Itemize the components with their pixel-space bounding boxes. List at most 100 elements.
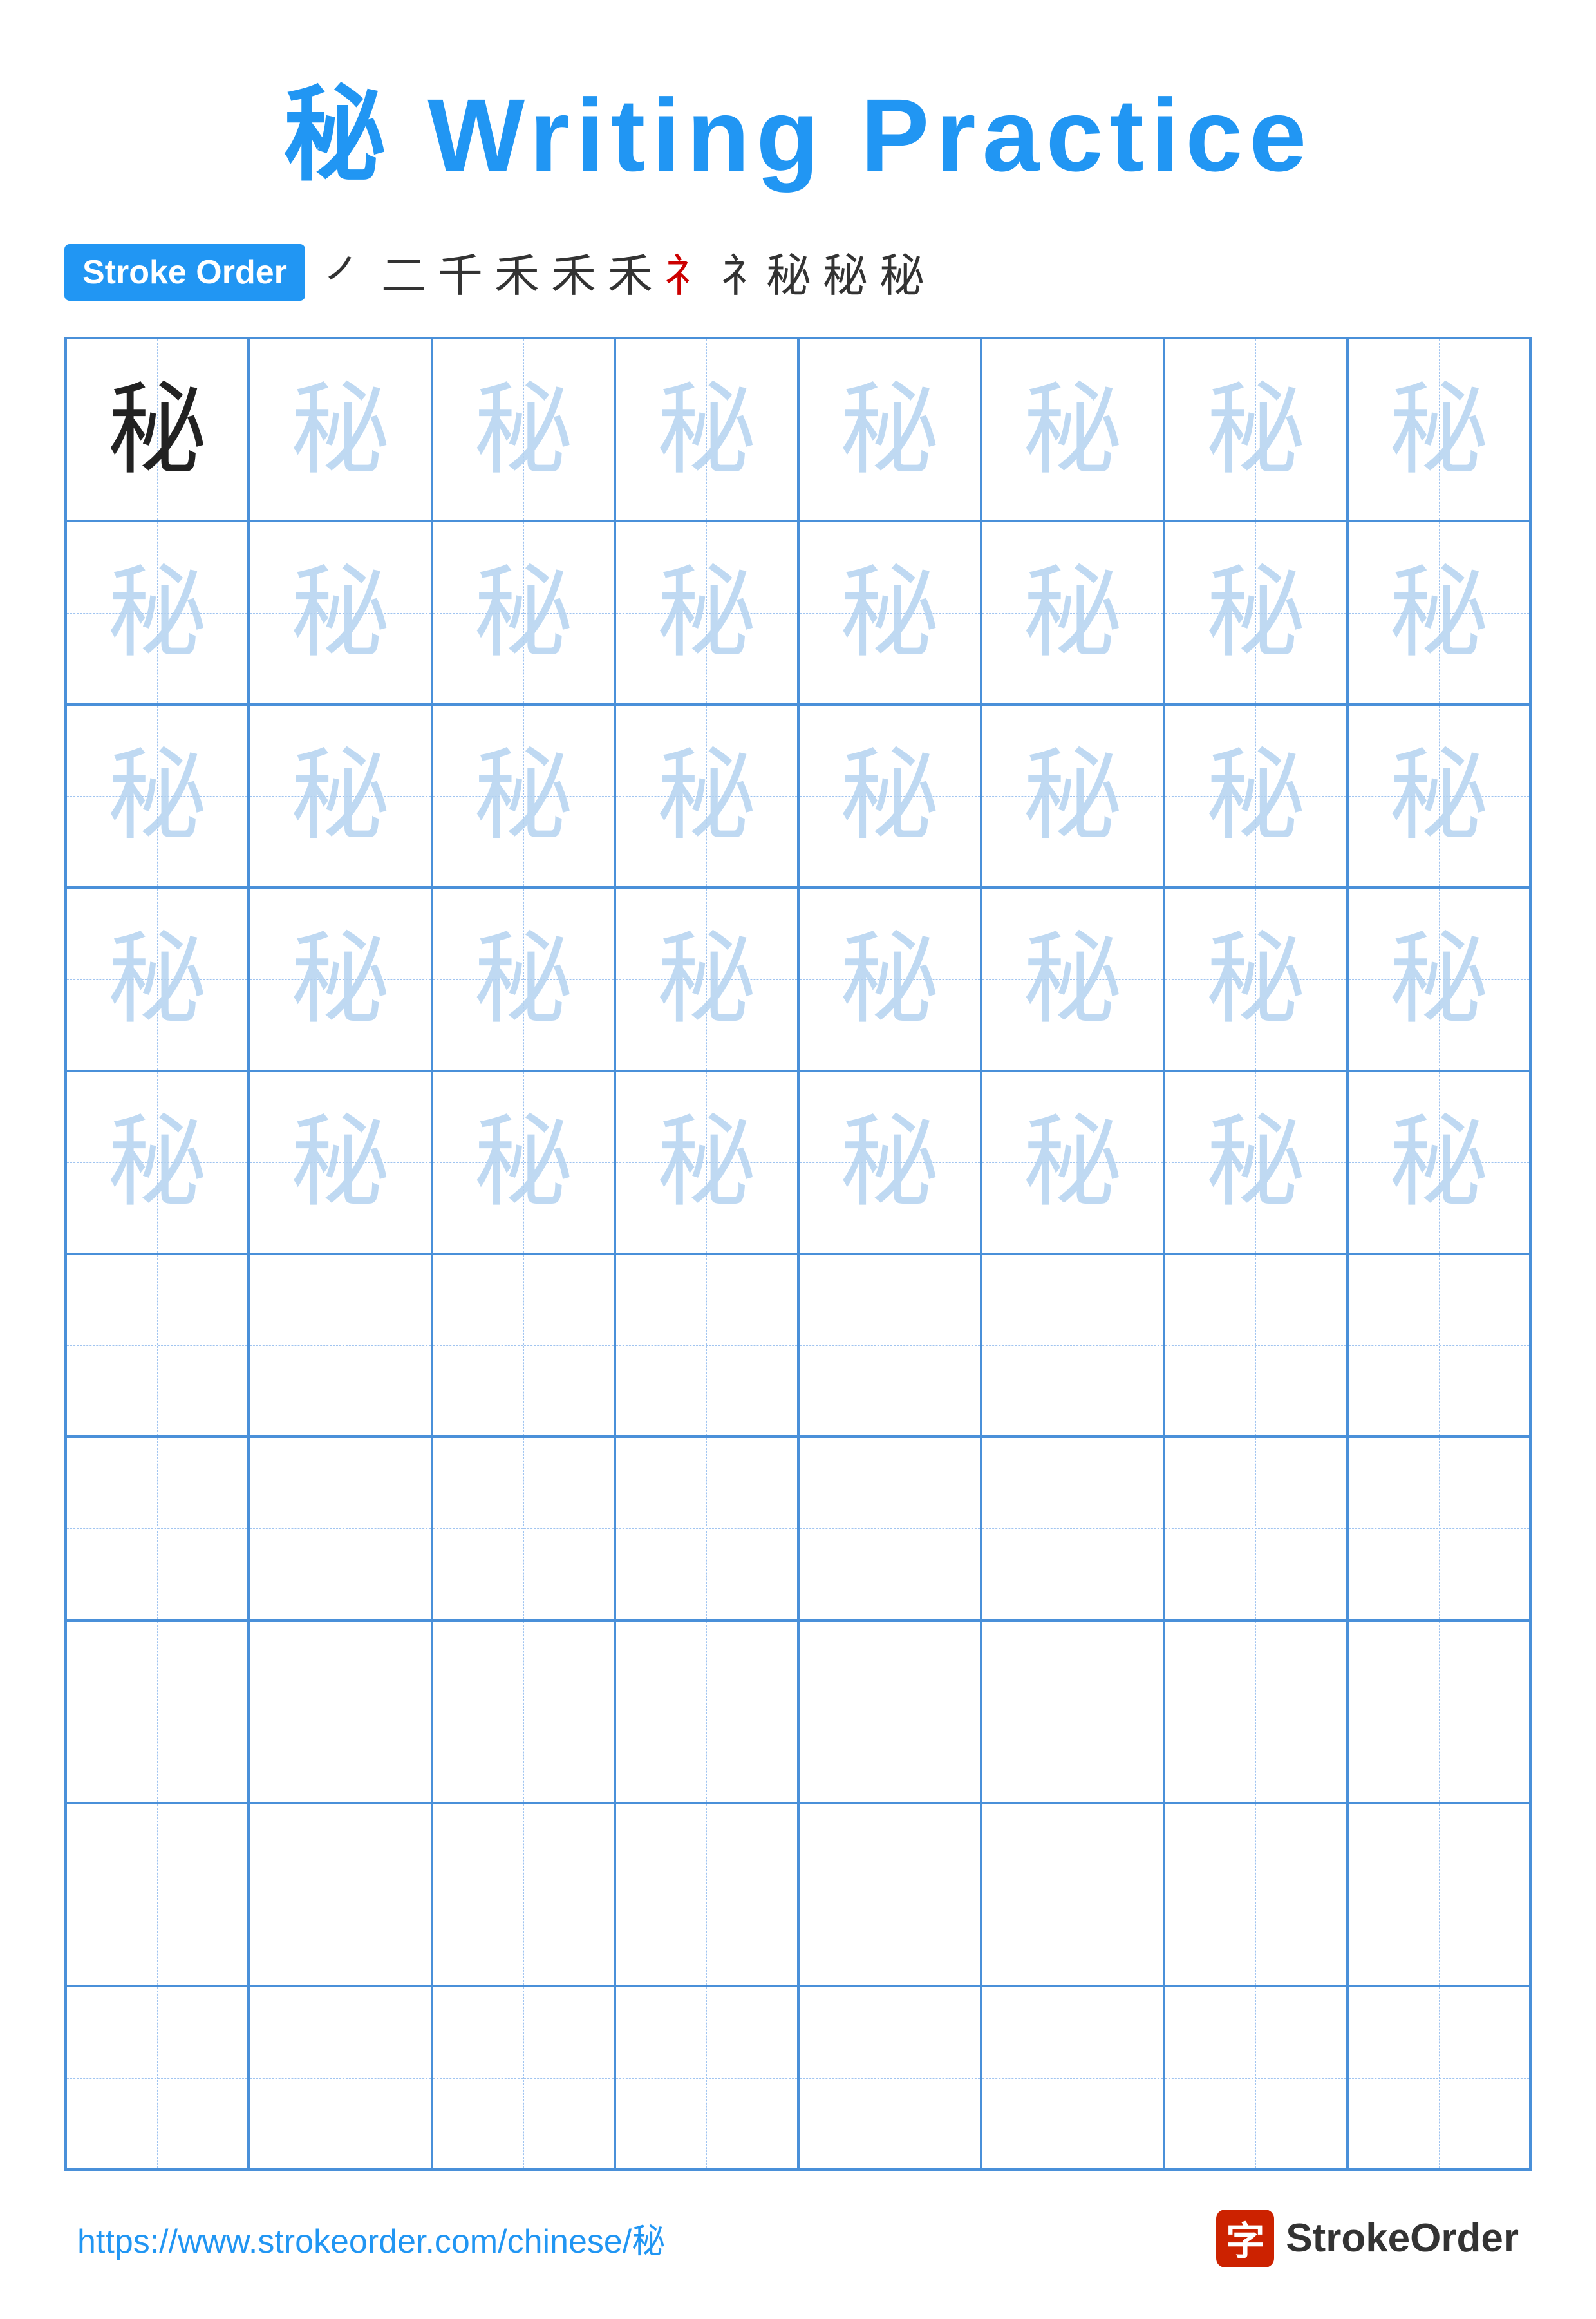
grid-cell[interactable]: 秘 <box>981 1071 1164 1254</box>
grid-cell[interactable] <box>981 1254 1164 1437</box>
grid-cell[interactable]: 秘 <box>1164 705 1347 887</box>
grid-cell[interactable]: 秘 <box>249 705 431 887</box>
grid-cell[interactable] <box>432 1803 615 1986</box>
grid-cell[interactable]: 秘 <box>249 338 431 521</box>
grid-cell[interactable] <box>66 1803 249 1986</box>
grid-cell[interactable]: 秘 <box>1164 521 1347 704</box>
stroke-8: 礻秘 <box>721 240 811 305</box>
practice-char: 秘 <box>1389 563 1488 663</box>
grid-cell[interactable] <box>615 1986 798 2169</box>
grid-cell[interactable]: 秘 <box>1164 338 1347 521</box>
grid-cell[interactable] <box>249 1986 431 2169</box>
practice-char: 秘 <box>1206 1112 1306 1212</box>
grid-cell[interactable]: 秘 <box>66 705 249 887</box>
grid-cell[interactable]: 秘 <box>615 1071 798 1254</box>
grid-cell[interactable] <box>1164 1437 1347 1620</box>
grid-cell[interactable]: 秘 <box>798 521 981 704</box>
grid-cell[interactable]: 秘 <box>1164 1071 1347 1254</box>
grid-cell[interactable]: 秘 <box>981 705 1164 887</box>
grid-cell[interactable]: 秘 <box>249 887 431 1070</box>
grid-cell[interactable] <box>798 1803 981 1986</box>
grid-cell[interactable]: 秘 <box>249 1071 431 1254</box>
grid-cell[interactable]: 秘 <box>432 1071 615 1254</box>
practice-char: 秘 <box>1023 563 1123 663</box>
grid-cell[interactable]: 秘 <box>798 338 981 521</box>
grid-cell[interactable] <box>981 1986 1164 2169</box>
grid-cell[interactable]: 秘 <box>66 338 249 521</box>
grid-cell[interactable] <box>1164 1803 1347 1986</box>
footer: https://www.strokeorder.com/chinese/秘 字 … <box>64 2210 1532 2267</box>
grid-cell[interactable]: 秘 <box>249 521 431 704</box>
grid-cell[interactable]: 秘 <box>1164 887 1347 1070</box>
stroke-order-section: Stroke Order ㇒ 二 千 禾 禾 禾 礻 礻秘 秘 秘 <box>64 240 1532 305</box>
stroke-3: 千 <box>438 240 483 305</box>
grid-cell[interactable] <box>66 1437 249 1620</box>
practice-char: 秘 <box>108 746 207 846</box>
footer-url[interactable]: https://www.strokeorder.com/chinese/秘 <box>77 2214 665 2262</box>
grid-cell[interactable]: 秘 <box>615 887 798 1070</box>
practice-char: 秘 <box>473 746 573 846</box>
grid-cell[interactable] <box>1164 1986 1347 2169</box>
grid-cell[interactable] <box>249 1803 431 1986</box>
stroke-10: 秘 <box>879 240 925 305</box>
grid-cell[interactable] <box>615 1620 798 1803</box>
grid-cell[interactable] <box>249 1437 431 1620</box>
grid-cell[interactable] <box>249 1254 431 1437</box>
grid-cell[interactable] <box>66 1986 249 2169</box>
grid-cell[interactable]: 秘 <box>66 521 249 704</box>
grid-cell[interactable]: 秘 <box>981 521 1164 704</box>
grid-cell[interactable]: 秘 <box>1347 705 1530 887</box>
grid-cell[interactable]: 秘 <box>66 1071 249 1254</box>
grid-cell[interactable] <box>66 1620 249 1803</box>
grid-cell[interactable]: 秘 <box>432 705 615 887</box>
grid-row <box>66 1254 1530 1437</box>
logo-char: 字 <box>1226 2210 1264 2266</box>
grid-cell[interactable] <box>432 1437 615 1620</box>
grid-cell[interactable] <box>981 1437 1164 1620</box>
grid-cell[interactable] <box>432 1986 615 2169</box>
grid-cell[interactable] <box>432 1254 615 1437</box>
grid-cell[interactable] <box>1164 1254 1347 1437</box>
practice-char: 秘 <box>840 746 939 846</box>
grid-cell[interactable] <box>1347 1254 1530 1437</box>
grid-cell[interactable]: 秘 <box>798 705 981 887</box>
grid-cell[interactable]: 秘 <box>798 1071 981 1254</box>
grid-cell[interactable] <box>798 1620 981 1803</box>
grid-cell[interactable] <box>249 1620 431 1803</box>
grid-cell[interactable] <box>615 1254 798 1437</box>
practice-char: 秘 <box>657 746 756 846</box>
grid-cell[interactable]: 秘 <box>1347 521 1530 704</box>
grid-cell[interactable]: 秘 <box>432 521 615 704</box>
practice-char: 秘 <box>290 563 390 663</box>
grid-cell[interactable] <box>615 1803 798 1986</box>
grid-cell[interactable] <box>1347 1986 1530 2169</box>
footer-logo: 字 StrokeOrder <box>1216 2210 1519 2267</box>
grid-cell[interactable] <box>1347 1803 1530 1986</box>
grid-cell[interactable]: 秘 <box>1347 1071 1530 1254</box>
grid-cell[interactable] <box>798 1254 981 1437</box>
grid-cell[interactable] <box>981 1620 1164 1803</box>
grid-cell[interactable]: 秘 <box>981 338 1164 521</box>
grid-cell[interactable] <box>66 1254 249 1437</box>
grid-cell[interactable] <box>615 1437 798 1620</box>
grid-cell[interactable]: 秘 <box>981 887 1164 1070</box>
grid-row <box>66 1620 1530 1803</box>
grid-cell[interactable] <box>1347 1620 1530 1803</box>
grid-cell[interactable]: 秘 <box>798 887 981 1070</box>
grid-cell[interactable]: 秘 <box>1347 338 1530 521</box>
grid-cell[interactable]: 秘 <box>432 887 615 1070</box>
grid-cell[interactable]: 秘 <box>1347 887 1530 1070</box>
practice-char: 秘 <box>108 929 207 1029</box>
grid-cell[interactable]: 秘 <box>66 887 249 1070</box>
grid-cell[interactable] <box>1164 1620 1347 1803</box>
grid-cell[interactable]: 秘 <box>615 521 798 704</box>
grid-cell[interactable]: 秘 <box>432 338 615 521</box>
grid-cell[interactable] <box>798 1437 981 1620</box>
grid-cell[interactable] <box>798 1986 981 2169</box>
grid-cell[interactable]: 秘 <box>615 705 798 887</box>
grid-cell[interactable]: 秘 <box>615 338 798 521</box>
grid-cell[interactable] <box>432 1620 615 1803</box>
practice-char: 秘 <box>290 380 390 480</box>
grid-cell[interactable] <box>981 1803 1164 1986</box>
grid-cell[interactable] <box>1347 1437 1530 1620</box>
